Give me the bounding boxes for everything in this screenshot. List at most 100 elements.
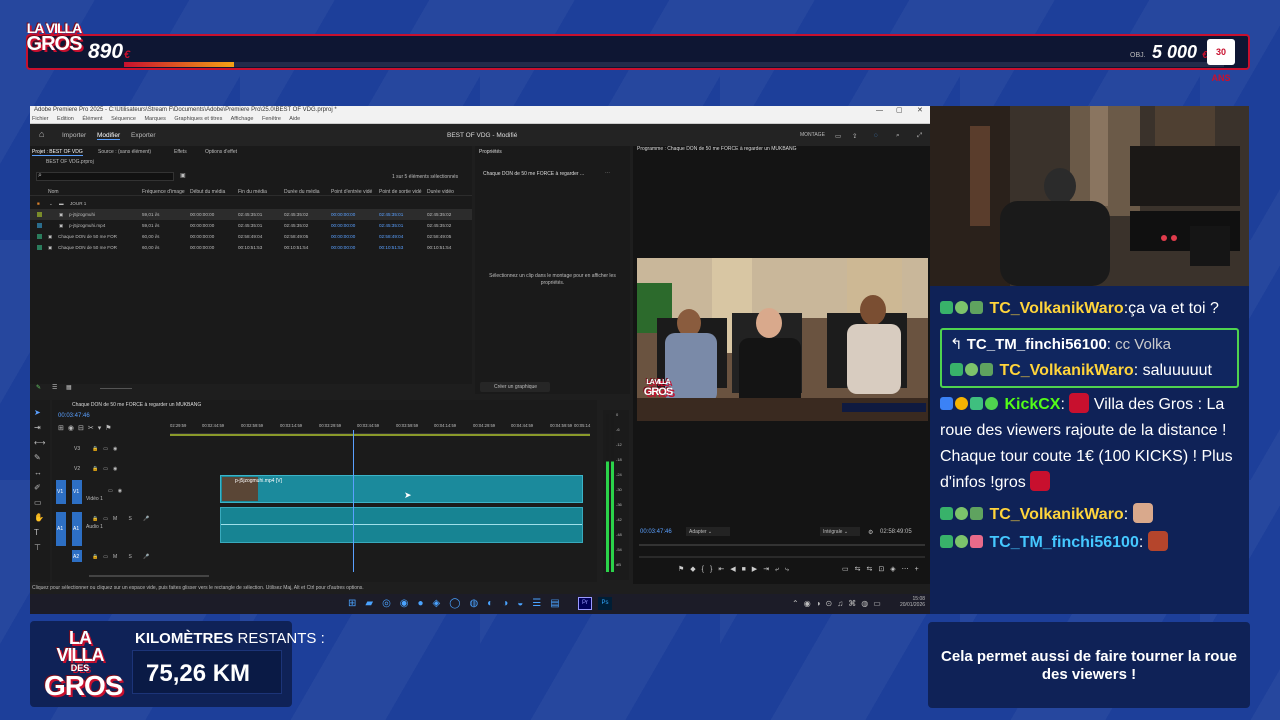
fullscreen-icon[interactable]: ⤢ [917, 132, 922, 140]
edit-tab[interactable]: Modifier [97, 132, 121, 140]
project-item-row[interactable]: ▣ p-j5jzogmuhi 59,01 i/s 00:00:00:00 02:45:3… [30, 209, 472, 220]
menu-edit[interactable]: Edition [57, 116, 74, 122]
track-header-v3[interactable]: V3 [74, 446, 80, 452]
program-zoom-bar[interactable] [639, 556, 925, 558]
fit-select[interactable]: Adapter ⌄ [686, 527, 730, 536]
timeline-playhead[interactable] [353, 430, 354, 572]
work-area-bar[interactable] [170, 434, 590, 436]
col-framerate[interactable]: Fréquence d'image [142, 189, 185, 195]
caption-icon[interactable]: ⊤ [34, 543, 41, 552]
item-color-label[interactable] [37, 234, 42, 239]
premiere-taskbar-icon[interactable]: Pr [578, 597, 592, 610]
program-timecode[interactable]: 00:03:47:46 [640, 529, 672, 535]
project-item-row[interactable]: ▣ Chaque DON de 50 me FOR 60,00 i/s 00:00:0… [30, 242, 472, 253]
timeline-tab[interactable]: Chaque DON de 50 me FORCE à regarder un … [72, 402, 201, 408]
type-icon[interactable]: T [34, 528, 39, 537]
rectangle-icon[interactable]: ▭ [34, 498, 42, 507]
razor-icon[interactable]: ✎ [34, 453, 41, 462]
track-target-a2[interactable]: A2 [72, 550, 82, 562]
menu-graphics[interactable]: Graphiques et titres [174, 116, 222, 122]
quality-select[interactable]: Intégrale ⌄ [820, 527, 860, 536]
workspaces-icon[interactable]: ▭ [835, 132, 841, 140]
wrench-icon[interactable]: ⚙ [868, 529, 873, 536]
tab-properties[interactable]: Propriétés [479, 149, 502, 155]
col-name[interactable]: Nom [48, 189, 59, 195]
tab-program[interactable]: Programme : Chaque DON de 50 me FORCE à … [637, 146, 797, 152]
track-target-v1[interactable]: V1 [72, 480, 82, 504]
track-controls-a2[interactable]: 🔒▭M S 🎤 [92, 554, 154, 560]
workspace-label[interactable]: MONTAGE [800, 132, 825, 138]
source-patch-a1[interactable]: A1 [56, 512, 66, 546]
timeline-toolbar[interactable]: ⊞◉⊟✂▾⚑ [58, 424, 116, 432]
selection-tool-icon[interactable]: ➤ [34, 408, 41, 417]
slip-icon[interactable]: ↔ [34, 468, 42, 477]
photoshop-taskbar-icon[interactable]: Ps [598, 597, 612, 610]
item-color-label[interactable] [37, 212, 42, 217]
close-icon[interactable]: ✕ [917, 106, 923, 115]
video-clip[interactable]: p-j5jzogmuhi.mp4 [V] [220, 475, 583, 503]
tab-project[interactable]: Projet : BEST OF VDG [32, 149, 83, 156]
tab-source[interactable]: Source : (sans élément) [98, 149, 151, 155]
timeline-ruler[interactable]: 02:29:59 00:02:44:59 00:02:59:59 00:03:1… [170, 420, 590, 434]
reply-to-username[interactable]: TC_TM_finchi56100 [967, 336, 1107, 353]
chat-username[interactable]: KickCX [1004, 396, 1060, 413]
project-search-input[interactable] [36, 172, 174, 181]
progress-icon[interactable]: ◌ [874, 132, 878, 139]
track-controls-v2[interactable]: 🔒▭◉ [92, 466, 122, 472]
track-controls-v3[interactable]: 🔒▭◉ [92, 446, 122, 452]
col-media-duration[interactable]: Durée du média [284, 189, 320, 195]
tab-effect-options[interactable]: Options d'effet [205, 149, 237, 155]
search-icon[interactable]: ⌕ [896, 132, 900, 140]
export-tab[interactable]: Exporter [131, 132, 156, 139]
col-video-duration[interactable]: Durée vidéo [427, 189, 454, 195]
share-icon[interactable]: ⇪ [852, 132, 857, 140]
tab-effects[interactable]: Effets [174, 149, 187, 155]
chat-username[interactable]: TC_TM_finchi56100 [989, 534, 1138, 551]
project-item-row[interactable]: ▣ Chaque DON de 50 me FOR 60,00 i/s 00:00:0… [30, 231, 472, 242]
bin-row[interactable]: ■ ⌄ ▬ JOUR 1 [30, 198, 472, 209]
track-target-a1[interactable]: A1 [72, 512, 82, 546]
chat-username[interactable]: TC_VolkanikWaro [989, 300, 1123, 317]
menu-clip[interactable]: Élément [82, 116, 102, 122]
menu-sequence[interactable]: Séquence [111, 116, 136, 122]
track-controls-v1[interactable]: ▭◉ [108, 488, 127, 494]
system-tray[interactable]: ⌃◉◑⊙♫⌘◍▭ [792, 599, 886, 608]
source-patch-v1[interactable]: V1 [56, 480, 66, 504]
item-color-label[interactable] [37, 223, 42, 228]
track-controls-a1[interactable]: 🔒▭M S 🎤 [92, 516, 154, 522]
clock[interactable]: 15:08 20/01/2026 [900, 596, 925, 608]
col-media-start[interactable]: Début du média [190, 189, 225, 195]
chevron-down-icon[interactable]: ⌄ [49, 201, 53, 207]
import-tab[interactable]: Importer [62, 132, 86, 139]
new-bin-icon[interactable]: ▣ [180, 172, 186, 179]
minimize-icon[interactable]: — [876, 106, 883, 115]
chat-username[interactable]: TC_VolkanikWaro [989, 506, 1123, 523]
pen-icon[interactable]: ✐ [34, 483, 41, 492]
audio-clip[interactable] [220, 507, 583, 543]
track-select-icon[interactable]: ⇥ [34, 423, 41, 432]
program-scrubber[interactable] [639, 544, 925, 546]
col-media-end[interactable]: Fin du média [238, 189, 267, 195]
menu-window[interactable]: Fenêtre [262, 116, 281, 122]
export-frame-controls[interactable]: ▭⇆⇆⊡◈⋯+ [842, 565, 925, 573]
home-icon[interactable]: ⌂ [39, 129, 44, 139]
item-color-label[interactable] [37, 245, 42, 250]
timeline-timecode[interactable]: 00:03:47:46 [58, 413, 90, 419]
transport-controls[interactable]: ⚑◆{}⇤◀■▶⇥⤶⤷ [678, 565, 795, 574]
col-video-out[interactable]: Point de sortie vidé [379, 189, 422, 195]
more-options-icon[interactable]: ⋯ [605, 170, 610, 176]
project-item-row[interactable]: ▣ p-j5jzogmuhi.mp4 59,01 i/s 00:00:00:00 02:… [30, 220, 472, 231]
timeline-horizontal-scrollbar[interactable] [89, 575, 209, 577]
menu-markers[interactable]: Marques [144, 116, 165, 122]
menu-view[interactable]: Affichage [231, 116, 254, 122]
track-header-v2[interactable]: V2 [74, 466, 80, 472]
edit-icon[interactable]: ✎ [36, 384, 41, 391]
list-view-icon[interactable]: ☰ [52, 384, 57, 391]
menu-help[interactable]: Aide [289, 116, 300, 122]
menu-file[interactable]: Fichier [32, 116, 49, 122]
chat-username[interactable]: TC_VolkanikWaro [999, 362, 1133, 379]
taskbar-apps[interactable]: ⊞▰◎◉●◈◯◍◐◑◒☰▤ [348, 598, 569, 609]
ripple-edit-icon[interactable]: ⟷ [34, 438, 45, 447]
create-graphic-button[interactable]: Créer un graphique [480, 382, 550, 392]
hand-icon[interactable]: ✋ [34, 513, 44, 522]
